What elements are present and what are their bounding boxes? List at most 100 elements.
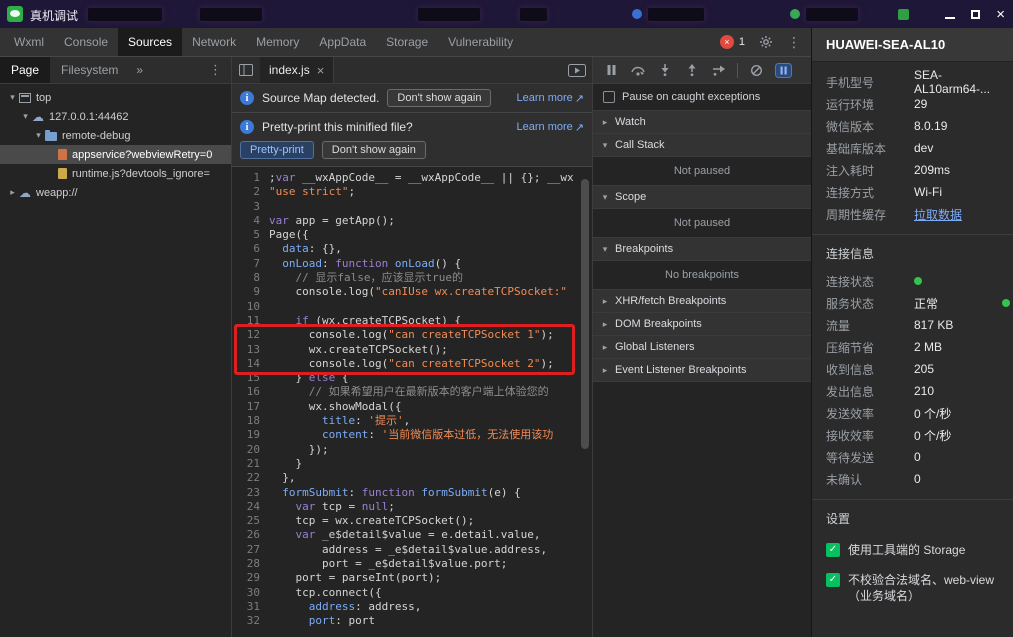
tree-item-runtime-js-devtools-ignore[interactable]: runtime.js?devtools_ignore= <box>0 164 231 183</box>
line-number[interactable]: 13 <box>232 343 260 357</box>
section-call-stack[interactable]: ▾ Call Stack <box>593 134 811 157</box>
section-scope[interactable]: ▾ Scope <box>593 186 811 209</box>
line-number[interactable]: 1 <box>232 171 260 185</box>
line-number[interactable]: 11 <box>232 314 260 328</box>
line-number[interactable]: 9 <box>232 285 260 299</box>
error-badge[interactable]: × 1 <box>719 35 745 49</box>
line-number[interactable]: 25 <box>232 514 260 528</box>
section-breakpoints[interactable]: ▾ Breakpoints <box>593 238 811 261</box>
step-over-icon[interactable] <box>626 60 650 80</box>
setting-option[interactable]: ✓ 不校验合法域名、web-view（业务域名） <box>812 565 1013 611</box>
pause-icon[interactable] <box>599 60 623 80</box>
checkbox-checked[interactable]: ✓ <box>826 573 840 587</box>
checkbox-checked[interactable]: ✓ <box>826 543 840 557</box>
info-icon: i <box>240 91 254 105</box>
line-number[interactable]: 18 <box>232 414 260 428</box>
tree-arrow-icon[interactable]: ▾ <box>32 130 45 141</box>
line-number[interactable]: 27 <box>232 543 260 557</box>
line-number[interactable]: 23 <box>232 486 260 500</box>
line-number[interactable]: 7 <box>232 257 260 271</box>
section-dom-breakpoints[interactable]: ▸ DOM Breakpoints <box>593 313 811 336</box>
line-number[interactable]: 20 <box>232 443 260 457</box>
line-number[interactable]: 32 <box>232 614 260 628</box>
pretty-print-button[interactable]: Pretty-print <box>240 141 314 159</box>
section-global-listeners[interactable]: ▸ Global Listeners <box>593 336 811 359</box>
checkbox-unchecked[interactable] <box>603 91 615 103</box>
line-number[interactable]: 8 <box>232 271 260 285</box>
fetch-data-link[interactable]: 拉取数据 <box>914 206 962 223</box>
tree-arrow-icon[interactable]: ▸ <box>6 187 19 198</box>
line-number[interactable]: 17 <box>232 400 260 414</box>
line-number[interactable]: 16 <box>232 385 260 399</box>
tab-appdata[interactable]: AppData <box>309 28 376 56</box>
line-number[interactable]: 12 <box>232 328 260 342</box>
line-number[interactable]: 3 <box>232 200 260 214</box>
line-number[interactable]: 14 <box>232 357 260 371</box>
tree-arrow-icon[interactable]: ▾ <box>19 111 32 122</box>
learn-more-link[interactable]: Learn more ↗ <box>517 92 584 105</box>
close-tab-icon[interactable]: × <box>317 63 325 78</box>
line-number[interactable]: 31 <box>232 600 260 614</box>
line-number[interactable]: 5 <box>232 228 260 242</box>
tab-console[interactable]: Console <box>54 28 118 56</box>
setting-option[interactable]: ✓ 使用工具端的 Storage <box>812 535 1013 565</box>
dont-show-again-button[interactable]: Don't show again <box>321 141 426 159</box>
maximize-button[interactable] <box>971 9 981 19</box>
tree-item-top[interactable]: ▾ top <box>0 88 231 107</box>
minimize-button[interactable] <box>945 10 956 19</box>
step-icon[interactable] <box>707 60 731 80</box>
section-xhr-fetch-breakpoints[interactable]: ▸ XHR/fetch Breakpoints <box>593 290 811 313</box>
line-number[interactable]: 21 <box>232 457 260 471</box>
line-number[interactable]: 26 <box>232 528 260 542</box>
gear-icon[interactable] <box>759 35 773 49</box>
tree-item-remote-debug[interactable]: ▾ remote-debug <box>0 126 231 145</box>
toggle-navigator-icon[interactable] <box>232 57 260 83</box>
info-label: 发送效率 <box>826 406 875 421</box>
tab-overflow-icon[interactable]: » <box>129 57 150 83</box>
learn-more-link[interactable]: Learn more ↗ <box>517 121 584 134</box>
close-button[interactable]: × <box>996 7 1005 22</box>
line-number[interactable]: 10 <box>232 300 260 314</box>
status-dot-blue <box>632 9 642 19</box>
dont-show-again-button[interactable]: Don't show again <box>387 89 492 107</box>
tree-item-appservice-webviewretry-0[interactable]: appservice?webviewRetry=0 <box>0 145 231 164</box>
section-watch[interactable]: ▸ Watch <box>593 111 811 134</box>
tab-sources[interactable]: Sources <box>118 28 183 56</box>
deactivate-breakpoints-icon[interactable] <box>744 60 768 80</box>
line-number[interactable]: 24 <box>232 500 260 514</box>
navigator-tab-page[interactable]: Page <box>0 57 51 83</box>
step-out-icon[interactable] <box>680 60 704 80</box>
editor-scrollbar[interactable] <box>581 179 589 449</box>
kebab-menu-icon[interactable]: ⋮ <box>787 34 801 51</box>
editor-tab-indexjs[interactable]: index.js × <box>260 57 335 83</box>
tree-item-weapp[interactable]: ▸ ☁ weapp:// <box>0 183 231 202</box>
line-number[interactable]: 4 <box>232 214 260 228</box>
toggle-debugger-panel-icon[interactable] <box>568 57 592 83</box>
tab-memory[interactable]: Memory <box>246 28 309 56</box>
code-editor[interactable]: 1 2 3 4 5 6 7 8 9 10 11 12 13 14 15 16 17 18 19 20 21 22 23 24 2… <box>232 167 592 637</box>
section-event-listener-breakpoints[interactable]: ▸ Event Listener Breakpoints <box>593 359 811 382</box>
line-number[interactable]: 29 <box>232 571 260 585</box>
tab-network[interactable]: Network <box>182 28 246 56</box>
line-number[interactable]: 28 <box>232 557 260 571</box>
info-value: 205 <box>914 362 935 376</box>
line-number[interactable]: 15 <box>232 371 260 385</box>
tree-arrow-icon[interactable]: ▾ <box>6 92 19 103</box>
navigator-kebab-menu-icon[interactable]: ⋮ <box>200 57 231 83</box>
tab-vulnerability[interactable]: Vulnerability <box>438 28 523 56</box>
info-label: 未确认 <box>826 472 863 487</box>
line-number[interactable]: 22 <box>232 471 260 485</box>
line-number[interactable]: 2 <box>232 185 260 199</box>
line-number[interactable]: 30 <box>232 586 260 600</box>
tab-storage[interactable]: Storage <box>376 28 438 56</box>
navigator-tab-filesystem[interactable]: Filesystem <box>50 57 129 83</box>
line-number[interactable]: 19 <box>232 428 260 442</box>
code-line-15: } else { <box>269 371 349 385</box>
line-number[interactable]: 6 <box>232 242 260 256</box>
section-body-call-stack: Not paused <box>593 157 811 186</box>
step-into-icon[interactable] <box>653 60 677 80</box>
pause-on-caught-row[interactable]: Pause on caught exceptions <box>593 84 811 111</box>
tab-wxml[interactable]: Wxml <box>4 28 54 56</box>
pause-on-exceptions-icon[interactable] <box>771 60 795 80</box>
tree-item-127-0-0-1-44462[interactable]: ▾ ☁ 127.0.0.1:44462 <box>0 107 231 126</box>
